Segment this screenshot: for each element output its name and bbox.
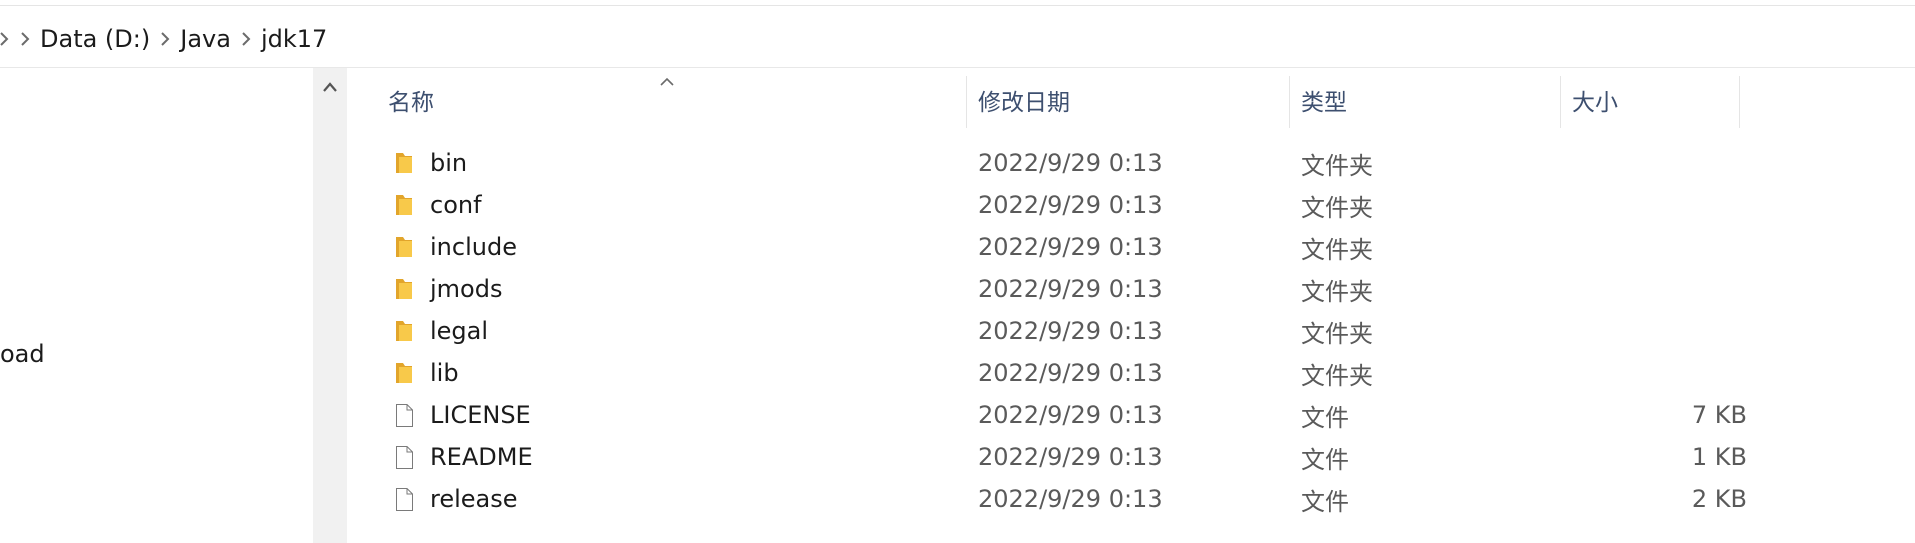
file-modified-date: 2022/9/29 0:13 — [978, 191, 1163, 219]
file-size: 7 KB — [1691, 401, 1747, 429]
file-type: 文件夹 — [1301, 361, 1373, 390]
file-name: README — [430, 443, 533, 471]
file-list-view: 名称 修改日期 类型 大小 bin 2022/9/29 0:13 文件夹 conf 20… — [347, 68, 1915, 543]
folder-icon — [391, 360, 417, 386]
file-icon — [391, 486, 417, 512]
file-type: 文件 — [1301, 403, 1349, 432]
folder-icon — [391, 276, 417, 302]
folder-icon — [391, 234, 417, 260]
file-type: 文件 — [1301, 487, 1349, 516]
nav-item-partial[interactable]: oad — [0, 340, 45, 368]
file-name: include — [430, 233, 517, 261]
file-size — [1547, 142, 1747, 184]
file-size: 1 KB — [1691, 443, 1747, 471]
file-modified-date: 2022/9/29 0:13 — [978, 275, 1163, 303]
breadcrumb-item-jdk17[interactable]: jdk17 — [261, 25, 327, 53]
file-type: 文件夹 — [1301, 151, 1373, 180]
column-header-name[interactable]: 名称 — [388, 68, 434, 132]
sort-ascending-icon — [659, 72, 675, 91]
column-divider[interactable] — [966, 76, 967, 128]
file-name: legal — [430, 317, 489, 345]
window-top-border — [0, 5, 1915, 6]
file-size — [1547, 226, 1747, 268]
file-size: 2 KB — [1691, 485, 1747, 513]
file-type: 文件 — [1301, 445, 1349, 474]
file-row[interactable]: bin 2022/9/29 0:13 文件夹 — [347, 142, 1747, 184]
chevron-right-icon[interactable] — [231, 23, 261, 55]
file-modified-date: 2022/9/29 0:13 — [978, 443, 1163, 471]
chevron-right-icon[interactable] — [0, 23, 10, 55]
file-modified-date: 2022/9/29 0:13 — [978, 233, 1163, 261]
scroll-up-button[interactable] — [313, 78, 347, 98]
file-size — [1547, 352, 1747, 394]
file-icon — [391, 402, 417, 428]
file-name: conf — [430, 191, 482, 219]
column-header-size[interactable]: 大小 — [1572, 68, 1618, 132]
breadcrumb-item-drive[interactable]: Data (D:) — [40, 25, 150, 53]
file-type: 文件夹 — [1301, 319, 1373, 348]
file-row[interactable]: release 2022/9/29 0:13 文件 2 KB — [347, 478, 1747, 520]
file-row[interactable]: legal 2022/9/29 0:13 文件夹 — [347, 310, 1747, 352]
file-name: LICENSE — [430, 401, 531, 429]
breadcrumb: Data (D:) Java jdk17 — [0, 23, 327, 55]
file-name: bin — [430, 149, 468, 177]
file-type: 文件夹 — [1301, 235, 1373, 264]
file-modified-date: 2022/9/29 0:13 — [978, 317, 1163, 345]
file-row[interactable]: jmods 2022/9/29 0:13 文件夹 — [347, 268, 1747, 310]
column-divider[interactable] — [1560, 76, 1561, 128]
address-bar[interactable]: Data (D:) Java jdk17 — [0, 12, 1915, 68]
file-modified-date: 2022/9/29 0:13 — [978, 401, 1163, 429]
file-row[interactable]: README 2022/9/29 0:13 文件 1 KB — [347, 436, 1747, 478]
chevron-up-icon — [323, 82, 337, 92]
navigation-pane: oad — [0, 68, 313, 543]
file-modified-date: 2022/9/29 0:13 — [978, 149, 1163, 177]
file-name: jmods — [430, 275, 503, 303]
chevron-right-icon[interactable] — [150, 23, 180, 55]
column-header-row: 名称 修改日期 类型 大小 — [347, 68, 1915, 132]
file-type: 文件夹 — [1301, 193, 1373, 222]
file-modified-date: 2022/9/29 0:13 — [978, 359, 1163, 387]
file-row[interactable]: lib 2022/9/29 0:13 文件夹 — [347, 352, 1747, 394]
folder-icon — [391, 318, 417, 344]
file-type: 文件夹 — [1301, 277, 1373, 306]
file-row[interactable]: LICENSE 2022/9/29 0:13 文件 7 KB — [347, 394, 1747, 436]
folder-icon — [391, 150, 417, 176]
nav-pane-scrollbar[interactable] — [313, 68, 347, 543]
file-size — [1547, 310, 1747, 352]
chevron-right-icon[interactable] — [10, 23, 40, 55]
breadcrumb-item-java[interactable]: Java — [180, 25, 231, 53]
file-modified-date: 2022/9/29 0:13 — [978, 485, 1163, 513]
file-row[interactable]: include 2022/9/29 0:13 文件夹 — [347, 226, 1747, 268]
file-size — [1547, 268, 1747, 310]
folder-icon — [391, 192, 417, 218]
file-icon — [391, 444, 417, 470]
file-name: lib — [430, 359, 459, 387]
file-name: release — [430, 485, 518, 513]
column-header-type[interactable]: 类型 — [1301, 68, 1347, 132]
column-header-modified[interactable]: 修改日期 — [978, 68, 1070, 132]
column-divider[interactable] — [1289, 76, 1290, 128]
column-divider[interactable] — [1739, 76, 1740, 128]
file-row[interactable]: conf 2022/9/29 0:13 文件夹 — [347, 184, 1747, 226]
file-size — [1547, 184, 1747, 226]
